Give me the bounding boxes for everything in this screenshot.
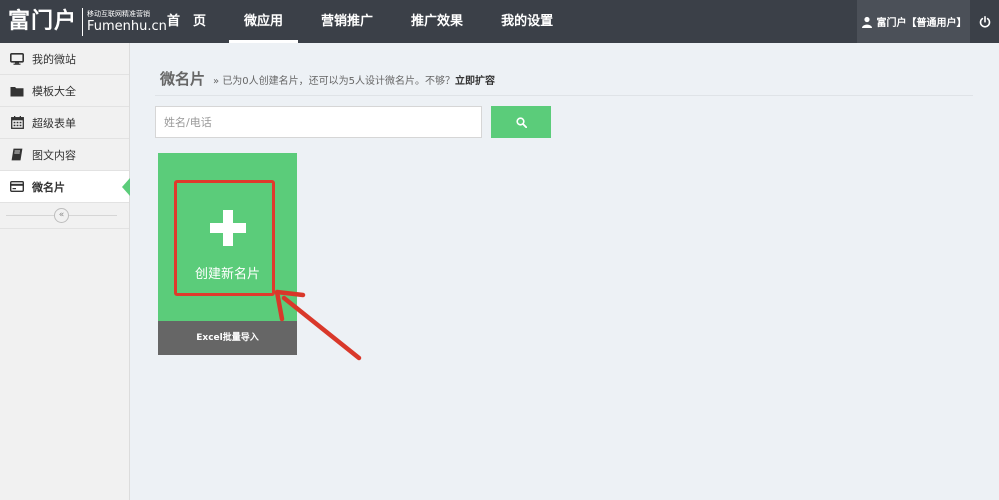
folder-icon [10, 84, 24, 98]
nav-home[interactable]: 首 页 [152, 0, 221, 43]
nav-settings[interactable]: 我的设置 [486, 0, 568, 43]
search-icon [515, 116, 527, 128]
header-divider [155, 95, 973, 96]
search-button[interactable] [491, 106, 551, 138]
search-input[interactable] [155, 106, 482, 138]
quota-info: » 已为0人创建名片，还可以为5人设计微名片。不够？ [213, 76, 456, 87]
top-bar: 富门户 移动互联网精准营销 Fumenhu.cn 首 页 微应用 营销推广 推广… [0, 0, 999, 43]
calendar-icon [10, 116, 24, 130]
sidebar-item-forms[interactable]: 超级表单 [0, 107, 129, 139]
user-icon [861, 16, 872, 28]
sidebar: 我的微站 模板大全 超级表单 图文内容 微名片 « [0, 43, 130, 500]
nav-marketing[interactable]: 营销推广 [306, 0, 388, 43]
sidebar-item-label: 微名片 [32, 180, 65, 194]
monitor-icon [10, 52, 24, 66]
sidebar-collapse-button[interactable]: « [54, 208, 69, 223]
nav-results[interactable]: 推广效果 [396, 0, 478, 43]
user-name: 富门户【普通用户】 [876, 18, 967, 29]
sidebar-item-label: 模板大全 [32, 84, 76, 98]
brand-logo[interactable]: 富门户 移动互联网精准营销 Fumenhu.cn [8, 5, 167, 38]
sidebar-item-label: 超级表单 [32, 116, 76, 130]
annotation-highlight-box [174, 180, 275, 296]
logo-divider [82, 7, 84, 36]
sidebar-item-my-site[interactable]: 我的微站 [0, 43, 129, 75]
nav-micro-apps[interactable]: 微应用 [229, 0, 299, 43]
sidebar-item-business-card[interactable]: 微名片 [0, 171, 130, 203]
logout-button[interactable] [971, 0, 999, 43]
sidebar-item-articles[interactable]: 图文内容 [0, 139, 129, 171]
card-icon [10, 180, 24, 194]
book-icon [10, 148, 24, 162]
user-menu[interactable]: 富门户【普通用户】 [857, 0, 970, 43]
main-nav: 首 页 微应用 营销推广 推广效果 我的设置 [152, 0, 576, 43]
page-title: 微名片 [160, 70, 206, 88]
expand-quota-link[interactable]: 立即扩容 [455, 72, 495, 87]
sidebar-collapse-row: « [0, 203, 129, 229]
sidebar-item-templates[interactable]: 模板大全 [0, 75, 129, 107]
breadcrumb: 微名片 » 已为0人创建名片，还可以为5人设计微名片。不够？ 立即扩容 [160, 68, 495, 89]
sidebar-item-label: 图文内容 [32, 148, 76, 162]
excel-import-button[interactable]: Excel批量导入 [158, 321, 297, 355]
brand-name: 富门户 [8, 8, 78, 34]
power-icon [979, 15, 991, 27]
annotation-arrow [274, 289, 362, 361]
sidebar-item-label: 我的微站 [32, 52, 76, 66]
